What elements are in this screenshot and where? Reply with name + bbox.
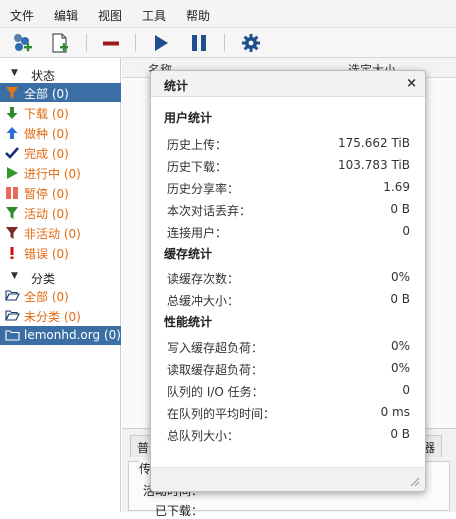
- status-header[interactable]: ▼ 状态: [0, 66, 121, 84]
- status-item-label: 进行中 (0): [24, 167, 81, 181]
- stat-label: 历史下载：: [167, 160, 228, 174]
- stat-value: 0%: [390, 270, 410, 284]
- gear-icon: [242, 34, 260, 52]
- dialog-title: 统计: [164, 79, 189, 93]
- status-item-downloading[interactable]: 下载 (0): [0, 103, 121, 122]
- status-item-label: 暂停 (0): [24, 187, 69, 201]
- stat-value: 0 ms: [380, 405, 410, 419]
- tracker-item-label: lemonhd.org (0): [24, 328, 121, 342]
- arrow-up-icon: [4, 125, 20, 140]
- dialog-title-bar[interactable]: 统计 ×: [151, 71, 425, 97]
- menu-edit[interactable]: 编辑: [54, 7, 78, 24]
- perf-stats-title: 性能统计: [164, 315, 213, 329]
- pause-button[interactable]: [187, 31, 211, 55]
- stat-value: 0: [402, 383, 410, 397]
- check-icon: [4, 145, 20, 160]
- stat-value: 0%: [390, 339, 410, 353]
- status-item-label: 全部 (0): [24, 87, 69, 101]
- menu-bar: 文件 编辑 视图 工具 帮助: [0, 0, 456, 28]
- menu-file[interactable]: 文件: [10, 7, 34, 24]
- stat-value: 1.69: [383, 180, 410, 194]
- pause-icon: [4, 185, 20, 200]
- status-item-paused[interactable]: 暂停 (0): [0, 183, 121, 202]
- toolbar-separator: [224, 34, 225, 52]
- status-item-all[interactable]: 全部 (0): [0, 83, 121, 102]
- stat-label: 本次对话丢弃：: [167, 204, 252, 218]
- stat-label: 队列的 I/O 任务：: [167, 385, 264, 399]
- stat-label: 在队列的平均时间：: [167, 407, 276, 421]
- start-button[interactable]: [149, 31, 173, 55]
- collapse-triangle-icon: ▼: [11, 68, 18, 78]
- status-item-label: 下载 (0): [24, 107, 69, 121]
- stat-label: 读缓存次数：: [167, 272, 240, 286]
- status-header-label: 状态: [31, 69, 56, 83]
- resize-grip-icon[interactable]: [408, 475, 420, 487]
- play-icon: [4, 165, 20, 180]
- toolbar: [0, 28, 456, 58]
- filter-icon: [4, 205, 20, 220]
- status-item-completed[interactable]: 完成 (0): [0, 143, 121, 162]
- status-item-inactive[interactable]: 非活动 (0): [0, 223, 121, 242]
- status-item-label: 错误 (0): [24, 247, 69, 261]
- category-item-uncategorized[interactable]: 未分类 (0): [0, 306, 121, 325]
- close-icon[interactable]: ×: [406, 76, 417, 91]
- status-item-seeding[interactable]: 做种 (0): [0, 123, 121, 142]
- downloaded-label: 已下载：: [155, 504, 204, 518]
- toolbar-separator: [135, 34, 136, 52]
- status-item-errored[interactable]: 错误 (0): [0, 243, 121, 262]
- stat-value: 0%: [390, 361, 410, 375]
- toolbar-separator: [86, 34, 87, 52]
- tracker-item-lemonhd[interactable]: lemonhd.org (0): [0, 326, 121, 345]
- folder-open-icon: [4, 308, 20, 323]
- status-item-label: 活动 (0): [24, 207, 69, 221]
- category-item-label: 全部 (0): [24, 290, 69, 304]
- pause-icon: [192, 35, 206, 51]
- cache-stats-title: 缓存统计: [164, 247, 213, 261]
- user-stats-title: 用户统计: [164, 111, 213, 125]
- create-torrent-button[interactable]: [48, 31, 72, 55]
- stat-label: 读取缓存超负荷：: [167, 363, 264, 377]
- exclamation-icon: [4, 245, 20, 260]
- stat-value: 103.783 TiB: [338, 158, 410, 172]
- menu-view[interactable]: 视图: [98, 7, 122, 24]
- category-item-all[interactable]: 全部 (0): [0, 286, 121, 305]
- category-item-label: 未分类 (0): [24, 310, 81, 324]
- remove-button[interactable]: [99, 31, 123, 55]
- folder-open-icon: [4, 288, 20, 303]
- stat-label: 总队列大小：: [167, 429, 240, 443]
- statistics-dialog: 统计 × 用户统计 历史上传： 175.662 TiB 历史下载： 103.78…: [150, 70, 426, 492]
- status-item-running[interactable]: 进行中 (0): [0, 163, 121, 182]
- stat-label: 总缓冲大小：: [167, 294, 240, 308]
- filter-icon: [4, 225, 20, 240]
- category-header[interactable]: ▼ 分类: [0, 269, 121, 287]
- stat-label: 历史上传：: [167, 138, 228, 152]
- status-item-active[interactable]: 活动 (0): [0, 203, 121, 222]
- settings-button[interactable]: [239, 31, 263, 55]
- status-item-label: 完成 (0): [24, 147, 69, 161]
- menu-help[interactable]: 帮助: [186, 7, 210, 24]
- remove-icon: [103, 41, 119, 46]
- status-item-label: 做种 (0): [24, 127, 69, 141]
- add-torrent-icon: [14, 34, 32, 52]
- add-torrent-button[interactable]: [10, 31, 34, 55]
- stat-value: 0 B: [390, 292, 410, 306]
- menu-tools[interactable]: 工具: [142, 7, 166, 24]
- stat-label: 写入缓存超负荷：: [167, 341, 264, 355]
- filter-icon: [4, 85, 20, 100]
- folder-icon: [4, 328, 20, 343]
- stat-value: 0 B: [390, 202, 410, 216]
- stat-label: 连接用户：: [167, 226, 228, 240]
- category-header-label: 分类: [31, 272, 56, 286]
- new-file-icon: [52, 33, 68, 53]
- filter-sidebar: ▼ 状态 全部 (0) 下载 (0) 做种 (0) 完成 (0) 进行中 (0): [0, 58, 121, 512]
- stat-label: 历史分享率：: [167, 182, 240, 196]
- stat-value: 0 B: [390, 427, 410, 441]
- collapse-triangle-icon: ▼: [11, 271, 18, 281]
- stat-value: 175.662 TiB: [338, 136, 410, 150]
- play-icon: [155, 35, 168, 51]
- dialog-footer: [151, 467, 425, 491]
- arrow-down-icon: [4, 105, 20, 120]
- status-item-label: 非活动 (0): [24, 227, 81, 241]
- stat-value: 0: [402, 224, 410, 238]
